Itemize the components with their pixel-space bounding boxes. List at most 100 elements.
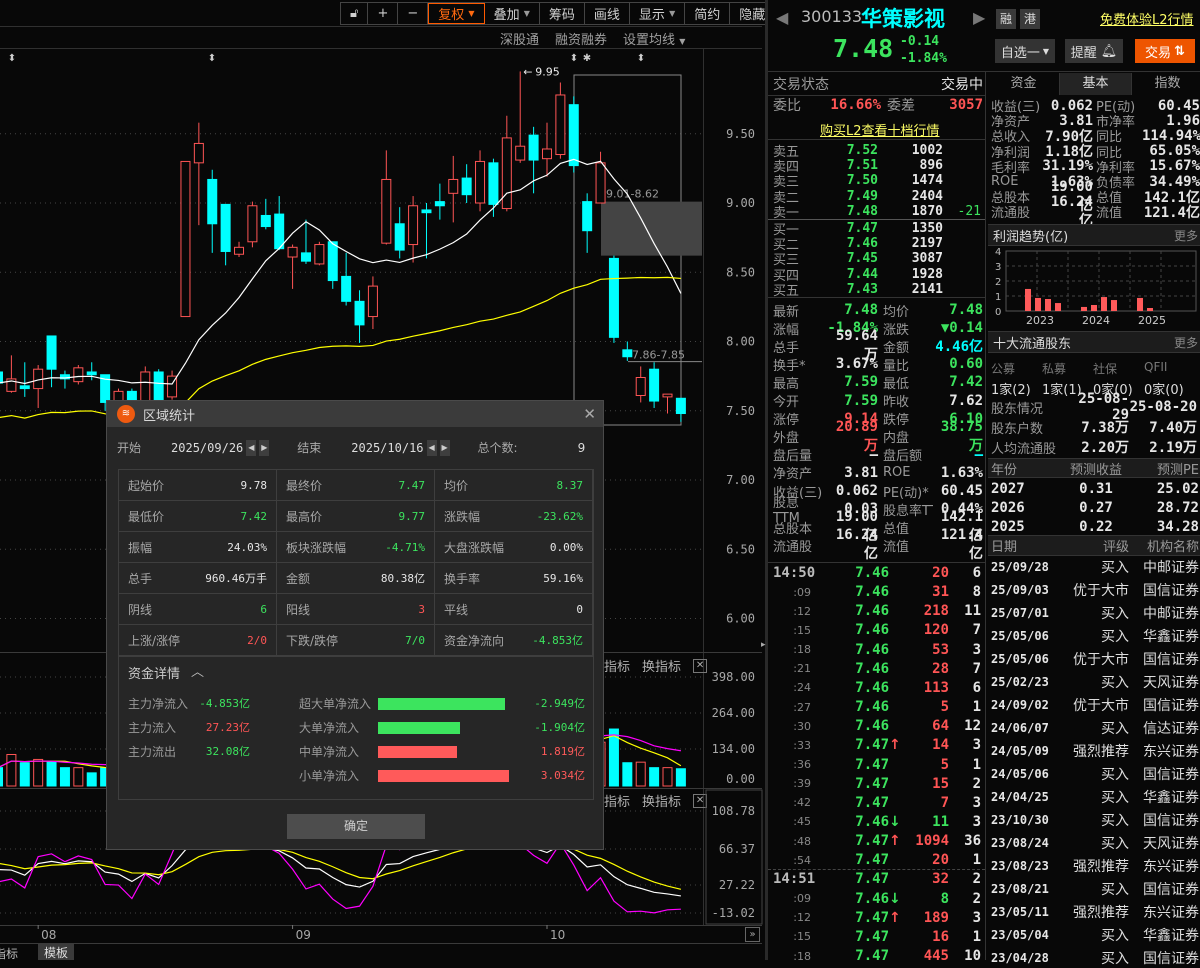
candle-down[interactable] [341,275,352,302]
holders-more-link[interactable]: 更多 [1174,334,1198,351]
rating-row[interactable]: 23/08/23 强烈推荐 东兴证券 [991,857,1199,875]
trade-row[interactable]: :09 7.46 ↓ 8 2 [773,890,983,908]
rating-row[interactable]: 23/05/11 强烈推荐 东兴证券 [991,903,1199,921]
candle-down[interactable] [421,209,432,214]
candle-down[interactable] [0,371,3,384]
trade-row[interactable]: :48 7.47 ↑ 1094 36 [773,832,983,850]
trade-row[interactable]: :15 7.47 16 1 [773,928,983,946]
alert-button[interactable]: 提醒 🔔︎ [1065,39,1123,63]
trade-row[interactable]: :27 7.46 5 1 [773,698,983,716]
trade-button[interactable]: 交易 ⇅ [1135,39,1195,63]
prev-stock-icon[interactable]: ◀ [776,8,788,27]
candle-up[interactable] [595,162,606,204]
rating-row[interactable]: 25/02/23 买入 天风证券 [991,673,1199,691]
candle-down[interactable] [461,177,472,196]
start-next-button[interactable]: ▶ [259,439,270,456]
candle-down[interactable] [274,213,285,250]
candle-up[interactable] [367,285,378,318]
rating-row[interactable]: 23/08/21 买入 国信证券 [991,880,1199,898]
rating-row[interactable]: 25/05/06 优于大市 国信证券 [991,650,1199,668]
candle-down[interactable] [488,162,499,205]
candle-up[interactable] [662,393,673,398]
event-marker-icon[interactable]: ⬍ [637,53,645,64]
candle-up[interactable] [541,148,552,160]
l2-trial-link[interactable]: 免费体验L2行情 [1100,9,1194,28]
candle-down[interactable] [434,201,445,207]
trade-row[interactable]: :45 7.46 ↓ 11 3 [773,813,983,831]
trade-row[interactable]: :18 7.46 53 3 [773,641,983,659]
trade-row[interactable]: :15 7.46 120 7 [773,621,983,639]
trade-row[interactable]: :39 7.47 15 2 [773,775,983,793]
trade-row[interactable]: 14:50 7.46 20 6 [773,564,983,582]
event-marker-icon[interactable]: ⬍ [208,53,216,64]
candle-down[interactable] [354,300,365,326]
rating-row[interactable]: 25/07/01 买入 中邮证券 [991,604,1199,622]
trade-row[interactable]: 14:51 7.47 32 2 [773,870,983,888]
candle-up[interactable] [234,246,245,255]
candle-up[interactable] [180,160,191,318]
trade-row[interactable]: :09 7.46 31 8 [773,583,983,601]
trade-row[interactable]: :33 7.47 ↑ 14 3 [773,736,983,754]
rating-row[interactable]: 23/04/28 买入 国信证券 [991,949,1199,967]
rating-row[interactable]: 23/05/04 买入 华鑫证券 [991,926,1199,944]
candle-up[interactable] [555,94,566,156]
trade-row[interactable]: :24 7.46 113 6 [773,679,983,697]
rating-row[interactable]: 24/05/06 买入 国信证券 [991,765,1199,783]
trade-row[interactable]: :12 7.47 ↑ 189 3 [773,909,983,927]
rating-row[interactable]: 24/06/07 买入 信达证券 [991,719,1199,737]
buy-l2-link[interactable]: 购买L2查看十档行情 [820,120,940,139]
start-prev-button[interactable]: ◀ [246,439,257,456]
candle-down[interactable] [300,252,311,262]
candle-up[interactable] [193,142,204,164]
candle-up[interactable] [73,367,84,383]
profit-more-link[interactable]: 更多 [1174,227,1198,244]
candle-down[interactable] [46,335,57,370]
rating-row[interactable]: 24/09/02 优于大市 国信证券 [991,696,1199,714]
rating-row[interactable]: 24/04/25 买入 华鑫证券 [991,788,1199,806]
candle-up[interactable] [448,178,459,194]
event-marker-icon[interactable]: ⬍ [570,53,578,64]
candle-down[interactable] [568,104,579,167]
end-next-button[interactable]: ▶ [439,439,450,456]
event-marker-icon[interactable]: ⬍ [8,53,16,64]
trade-row[interactable]: :42 7.47 7 3 [773,794,983,812]
tab-funds[interactable]: 资金 [988,73,1060,95]
rating-row[interactable]: 24/05/09 强烈推荐 东兴证券 [991,742,1199,760]
trade-row[interactable]: :18 7.47 445 10 [773,947,983,965]
candle-down[interactable] [649,368,660,402]
ok-button[interactable]: 确定 [287,814,425,839]
candle-down[interactable] [394,223,405,251]
rating-row[interactable]: 23/08/24 买入 天风证券 [991,834,1199,852]
trade-row[interactable]: :54 7.47 20 1 [773,851,983,869]
tab-basic[interactable]: 基本 [1060,73,1132,95]
rating-row[interactable]: 23/10/30 买入 国信证券 [991,811,1199,829]
candle-down[interactable] [153,371,164,401]
candle-down[interactable] [19,385,30,390]
candle-down[interactable] [608,257,619,338]
candle-down[interactable] [86,371,97,376]
rating-row[interactable]: 25/05/06 买入 华鑫证券 [991,627,1199,645]
candle-down[interactable] [622,349,633,358]
candle-down[interactable] [675,397,686,415]
candle-down[interactable] [528,134,539,161]
trade-row[interactable]: :12 7.46 218 11 [773,602,983,620]
close-icon[interactable]: ✕ [583,405,596,423]
collapse-icon[interactable]: ︿ [191,661,204,680]
candle-up[interactable] [635,377,646,397]
candle-up[interactable] [247,205,258,243]
candle-down[interactable] [260,214,271,228]
event-marker-icon[interactable]: ✱ [583,53,591,64]
rating-row[interactable]: 25/09/28 买入 中邮证券 [991,558,1199,576]
candle-up[interactable] [287,246,298,258]
candle-up[interactable] [408,205,419,246]
next-stock-icon[interactable]: ▶ [973,8,985,27]
price-zone[interactable] [601,201,702,256]
trade-row[interactable]: :36 7.47 5 1 [773,756,983,774]
dialog-titlebar[interactable]: ≋ 区域统计 [107,401,603,427]
candle-down[interactable] [220,203,231,252]
watchlist-button[interactable]: 自选一 ▼ [995,39,1055,63]
candle-down[interactable] [207,178,218,225]
candle-down[interactable] [327,241,338,282]
candle-up[interactable] [475,160,486,204]
candle-up[interactable] [381,178,392,244]
